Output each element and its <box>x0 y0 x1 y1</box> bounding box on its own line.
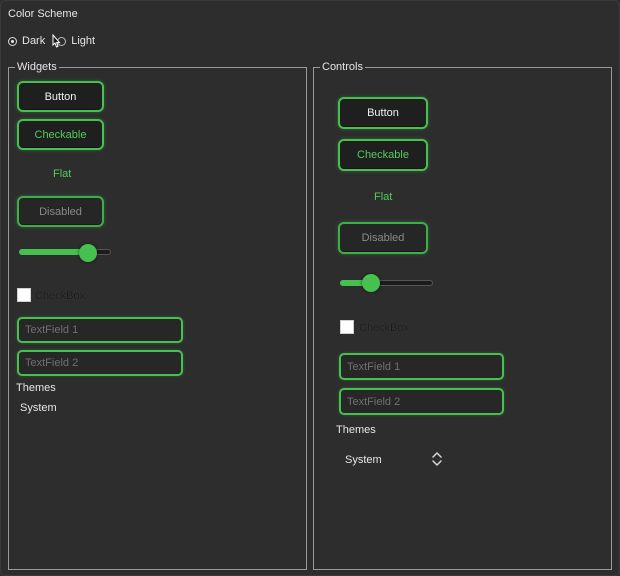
controls-checkbox-label[interactable]: CheckBox <box>359 322 409 334</box>
widgets-checkbox-label[interactable]: CheckBox <box>35 290 85 302</box>
widgets-disabled-button: Disabled <box>17 196 104 227</box>
controls-themes-combobox[interactable]: System <box>345 454 382 466</box>
radio-light-label[interactable]: Light <box>71 35 95 47</box>
controls-slider-thumb[interactable] <box>362 274 380 292</box>
widgets-textfield-1[interactable]: TextField 1 <box>17 317 183 343</box>
controls-textfield-1[interactable]: TextField 1 <box>339 353 504 380</box>
widgets-checkable-button[interactable]: Checkable <box>17 119 104 150</box>
controls-themes-label: Themes <box>336 424 376 436</box>
widgets-group-title: Widgets <box>15 61 59 74</box>
controls-textfield-2[interactable]: TextField 2 <box>339 388 504 415</box>
widgets-textfield-2[interactable]: TextField 2 <box>17 350 183 376</box>
widgets-slider-thumb[interactable] <box>79 244 97 262</box>
controls-flat-button[interactable]: Flat <box>374 191 392 203</box>
radio-dark[interactable] <box>8 36 17 46</box>
controls-checkable-button[interactable]: Checkable <box>338 139 428 171</box>
widgets-flat-button[interactable]: Flat <box>53 168 71 180</box>
widgets-themes-value[interactable]: System <box>20 402 57 414</box>
color-scheme-title: Color Scheme <box>8 8 78 20</box>
up-down-chevron-icon[interactable] <box>430 450 444 468</box>
widgets-checkbox[interactable] <box>17 288 31 302</box>
radio-dark-label[interactable]: Dark <box>22 35 45 47</box>
mouse-pointer-icon <box>52 34 61 48</box>
controls-button[interactable]: Button <box>338 97 428 129</box>
controls-checkbox[interactable] <box>340 320 354 334</box>
widgets-themes-label: Themes <box>16 382 56 394</box>
controls-group-title: Controls <box>320 61 365 74</box>
controls-disabled-button: Disabled <box>338 222 428 254</box>
widgets-button[interactable]: Button <box>17 81 104 112</box>
widgets-slider-fill <box>19 249 88 255</box>
